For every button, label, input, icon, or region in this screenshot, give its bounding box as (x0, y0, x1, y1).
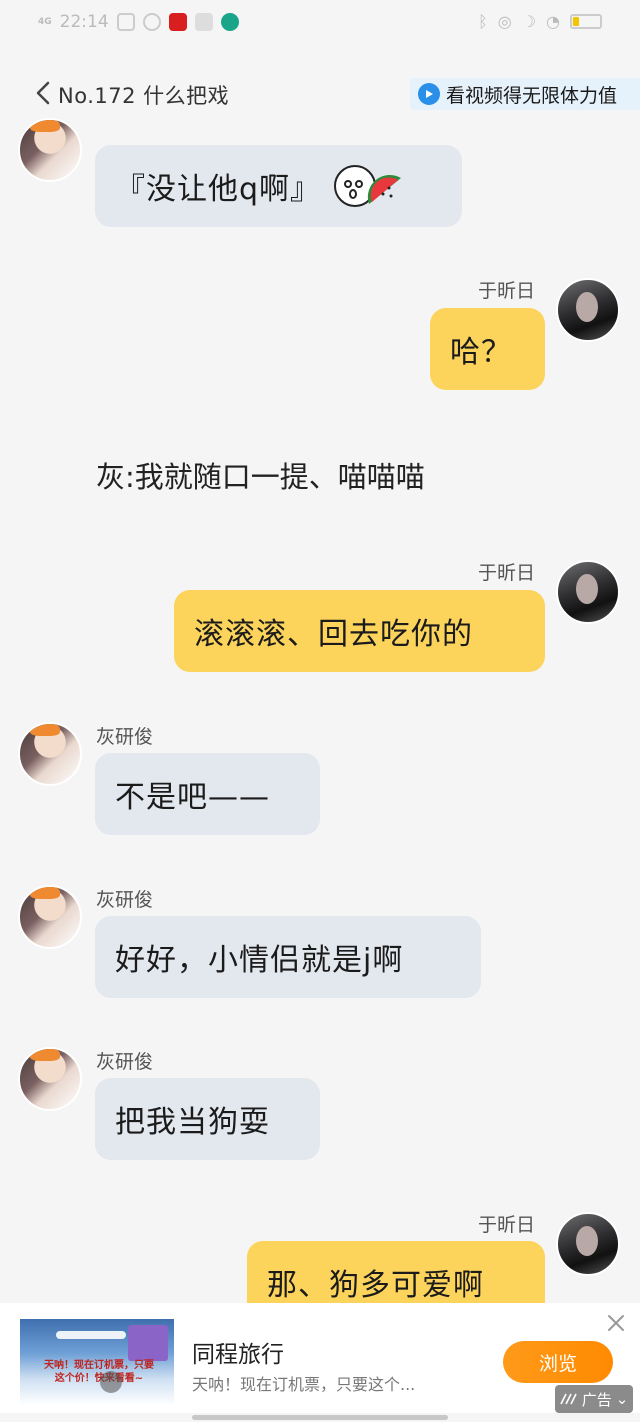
app-grey-icon (194, 13, 213, 31)
ad-thumbnail[interactable]: 天呐！现在订机票，只要这个价！快来看看~ (20, 1319, 174, 1405)
chevron-down-icon: ⌄ (615, 1390, 629, 1408)
nfc-icon: ◎ (497, 12, 512, 31)
app-k-icon (116, 13, 135, 31)
ad-logo-icon (559, 1393, 577, 1405)
ad-advertiser: 同程旅行 (192, 1342, 284, 1368)
chapter-title: No.172 什么把戏 (58, 84, 230, 108)
message-bubble: 不是吧—— (95, 753, 320, 835)
play-circle-icon (418, 83, 440, 105)
narration-text: 灰:我就随口一提、喵喵喵 (96, 460, 425, 494)
message-text: 好好，小情侣就是j啊 (115, 943, 404, 978)
ad-browse-button[interactable]: 浏览 (503, 1341, 613, 1383)
sender-name: 灰研俊 (96, 726, 154, 748)
sender-name: 于昕日 (478, 1214, 536, 1236)
ad-tag-text: 广告 (581, 1390, 612, 1409)
app-red-icon (168, 13, 187, 31)
message-text: 那、狗多可爱啊 (267, 1268, 484, 1303)
status-right: ᛒ ◎ ☽ ◔ (478, 12, 602, 31)
home-indicator[interactable] (192, 1415, 448, 1420)
message-text: 把我当狗耍 (115, 1105, 270, 1140)
message-text: 滚滚滚、回去吃你的 (194, 617, 473, 652)
ad-banner[interactable]: 天呐！现在订机票，只要这个价！快来看看~ 同程旅行 天呐！现在订机票，只要这个.… (0, 1303, 640, 1413)
avatar[interactable] (18, 118, 82, 182)
avatar[interactable] (18, 1047, 82, 1111)
wifi-icon: ◔ (546, 12, 560, 31)
app-green-icon (220, 13, 239, 31)
message-bubble: 好好，小情侣就是j啊 (95, 916, 481, 998)
ad-description: 天呐！现在订机票，只要这个... (192, 1375, 416, 1394)
close-icon[interactable] (606, 1313, 626, 1333)
avatar[interactable] (18, 885, 82, 949)
moon-icon: ☽ (521, 12, 537, 31)
message-bubble: 滚滚滚、回去吃你的 (174, 590, 545, 672)
chevron-left-icon[interactable] (34, 80, 52, 106)
avatar[interactable] (556, 1212, 620, 1276)
ad-thumbnail-text: 天呐！现在订机票，只要这个价！快来看看~ (44, 1360, 154, 1384)
video-play-icon (100, 1371, 122, 1393)
sender-name: 灰研俊 (96, 1051, 154, 1073)
message-text: 哈？ (450, 335, 512, 370)
avatar[interactable] (556, 278, 620, 342)
avatar[interactable] (18, 722, 82, 786)
promo-banner[interactable]: 看视频得无限体力值 (410, 78, 640, 110)
nav-bar: No.172 什么把戏 看视频得无限体力值 (0, 70, 640, 118)
message-text: 不是吧—— (115, 780, 270, 815)
message-text: 『没让他q啊』 (115, 172, 322, 207)
promo-text: 看视频得无限体力值 (446, 84, 618, 107)
bluetooth-icon: ᛒ (478, 12, 488, 31)
status-left: 4G 22:14 (38, 12, 239, 32)
ad-label: 广告 ⌄ (555, 1385, 633, 1413)
network-indicator: 4G (38, 16, 52, 27)
message-bubble: 哈？ (430, 308, 545, 390)
face-watermelon-icon (333, 160, 405, 212)
sender-name: 于昕日 (478, 562, 536, 584)
sender-name: 于昕日 (478, 280, 536, 302)
app-circle-icon (142, 13, 161, 31)
status-time: 22:14 (59, 12, 109, 32)
message-bubble: 把我当狗耍 (95, 1078, 320, 1160)
battery-icon (570, 14, 602, 29)
sender-name: 灰研俊 (96, 889, 154, 911)
message-bubble: 『没让他q啊』 (95, 145, 462, 227)
avatar[interactable] (556, 560, 620, 624)
status-bar: 4G 22:14 ᛒ ◎ ☽ ◔ (0, 0, 640, 48)
